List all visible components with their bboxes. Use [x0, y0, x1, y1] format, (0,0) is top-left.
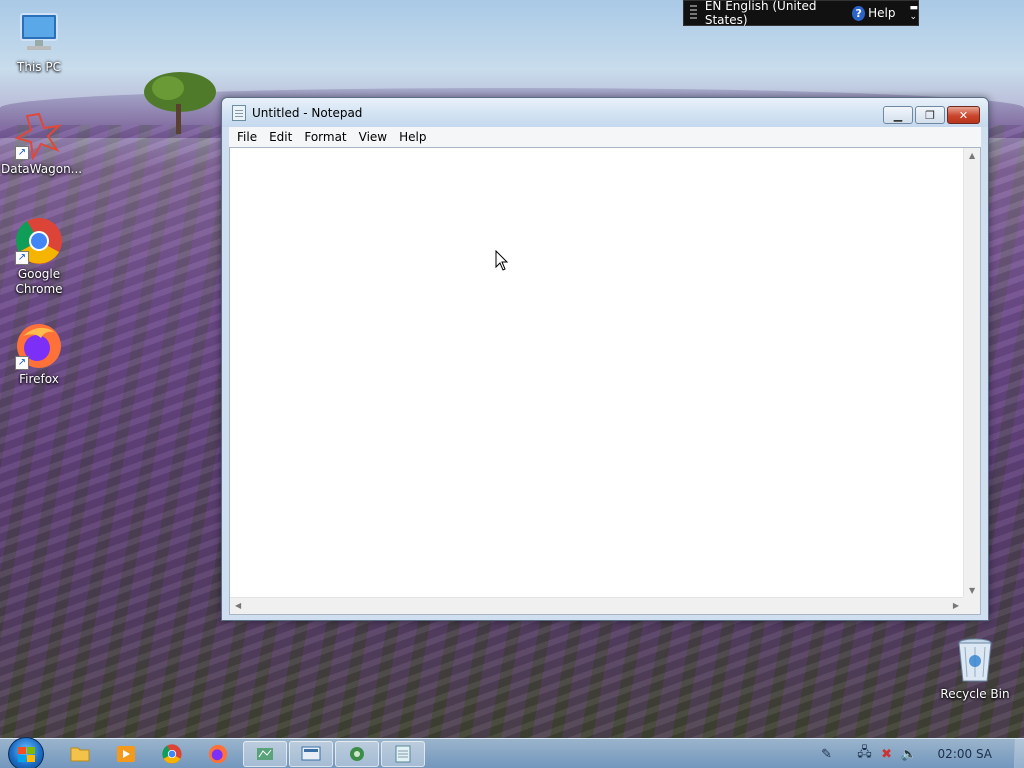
security-alert-icon[interactable]: ✖ — [876, 744, 898, 764]
window-title: Untitled - Notepad — [252, 105, 363, 120]
desktop-icon-chrome[interactable]: ↗ Google Chrome — [1, 217, 77, 297]
close-button[interactable]: ✕ — [947, 106, 980, 124]
vertical-scrollbar[interactable]: ▲ ▼ — [963, 148, 980, 598]
app-icon-1 — [257, 748, 273, 760]
desktop-icon-datawagon[interactable]: ↗ DataWagon... — [1, 112, 83, 177]
taskbar-media-player[interactable] — [104, 741, 148, 767]
desktop-icon-label: Recycle Bin — [940, 687, 1010, 701]
notepad-icon — [232, 104, 246, 121]
mouse-cursor-icon — [495, 250, 509, 271]
title-bar[interactable]: Untitled - Notepad ▁ ❐ ✕ — [222, 98, 988, 127]
network-icon[interactable]: 🖧 — [854, 744, 876, 764]
restore-icon: ❐ — [925, 108, 935, 122]
recycle-bin-icon — [951, 637, 999, 685]
scroll-down-arrow-icon[interactable]: ▼ — [969, 586, 975, 595]
desktop-icon-recycle-bin[interactable]: Recycle Bin — [937, 637, 1013, 702]
minimize-langbar-icon[interactable]: ▬ ⌄ — [909, 4, 918, 22]
show-desktop-button[interactable] — [1014, 739, 1024, 768]
scroll-up-arrow-icon[interactable]: ▲ — [969, 151, 975, 160]
app-icon-2 — [301, 746, 321, 761]
maximize-button[interactable]: ❐ — [915, 106, 945, 124]
chrome-icon: ↗ — [15, 217, 63, 265]
drag-grip-icon[interactable] — [690, 5, 697, 21]
minimize-icon: ▁ — [893, 108, 903, 122]
notepad-window[interactable]: Untitled - Notepad ▁ ❐ ✕ File Edit Forma… — [221, 97, 989, 621]
menu-view[interactable]: View — [353, 130, 393, 144]
volume-icon[interactable]: 🔈 — [898, 744, 920, 764]
desktop-icon-label: Firefox — [19, 372, 59, 386]
taskbar-file-explorer[interactable] — [58, 741, 102, 767]
taskbar: ✎ 🖧 ✖ 🔈 02:00 SA — [0, 737, 1024, 768]
resize-grip-icon[interactable] — [963, 597, 980, 614]
shortcut-arrow-icon: ↗ — [15, 146, 29, 160]
window-controls: ▁ ❐ ✕ — [883, 106, 980, 124]
firefox-icon — [208, 744, 228, 764]
help-icon[interactable]: ? — [852, 5, 866, 21]
shortcut-arrow-icon: ↗ — [15, 356, 29, 370]
taskbar-app-2[interactable] — [289, 741, 333, 767]
menu-file[interactable]: File — [231, 130, 263, 144]
system-tray: ✎ 🖧 ✖ 🔈 02:00 SA — [816, 739, 1024, 768]
help-label[interactable]: Help — [868, 6, 895, 20]
desktop-icon-label: This PC — [17, 60, 61, 74]
datawagon-icon: ↗ — [14, 112, 63, 162]
media-player-icon — [117, 746, 135, 762]
windows-logo-icon — [18, 747, 35, 762]
start-button[interactable] — [8, 737, 44, 768]
text-editor-area[interactable]: ▲ ▼ ◀ ▶ — [229, 147, 981, 615]
desktop-icon-this-pc[interactable]: This PC — [1, 10, 77, 75]
taskbar-notepad[interactable] — [381, 741, 425, 767]
clock[interactable]: 02:00 SA — [938, 747, 992, 761]
app-icon-3 — [350, 747, 364, 761]
desktop-icon-label: DataWagon... — [1, 162, 83, 176]
firefox-icon: ↗ — [15, 322, 63, 370]
wallpaper-tree — [144, 72, 216, 134]
menu-bar: File Edit Format View Help — [229, 127, 981, 147]
language-bar[interactable]: EN English (United States) ? Help ▬ ⌄ — [683, 0, 919, 27]
file-explorer-icon — [70, 747, 90, 762]
editor-content[interactable] — [234, 150, 960, 594]
desktop-icon-label: Google Chrome — [15, 267, 63, 296]
desktop-icon-firefox[interactable]: ↗ Firefox — [1, 322, 77, 387]
taskbar-app-3[interactable] — [335, 741, 379, 767]
taskbar-firefox[interactable] — [196, 741, 240, 767]
menu-edit[interactable]: Edit — [263, 130, 298, 144]
close-icon: ✕ — [958, 108, 969, 122]
horizontal-scrollbar[interactable]: ◀ ▶ — [230, 597, 964, 614]
minimize-button[interactable]: ▁ — [883, 106, 913, 124]
notepad-icon — [395, 745, 411, 763]
action-center-icon[interactable]: ✎ — [816, 744, 838, 764]
computer-icon — [15, 10, 63, 58]
menu-help[interactable]: Help — [393, 130, 432, 144]
scroll-left-arrow-icon[interactable]: ◀ — [235, 601, 241, 610]
chrome-icon — [162, 744, 182, 764]
scroll-right-arrow-icon[interactable]: ▶ — [953, 601, 959, 610]
taskbar-app-1[interactable] — [243, 741, 287, 767]
taskbar-chrome[interactable] — [150, 741, 194, 767]
menu-format[interactable]: Format — [298, 130, 352, 144]
shortcut-arrow-icon: ↗ — [15, 251, 29, 265]
language-selector[interactable]: EN English (United States) — [705, 0, 840, 27]
